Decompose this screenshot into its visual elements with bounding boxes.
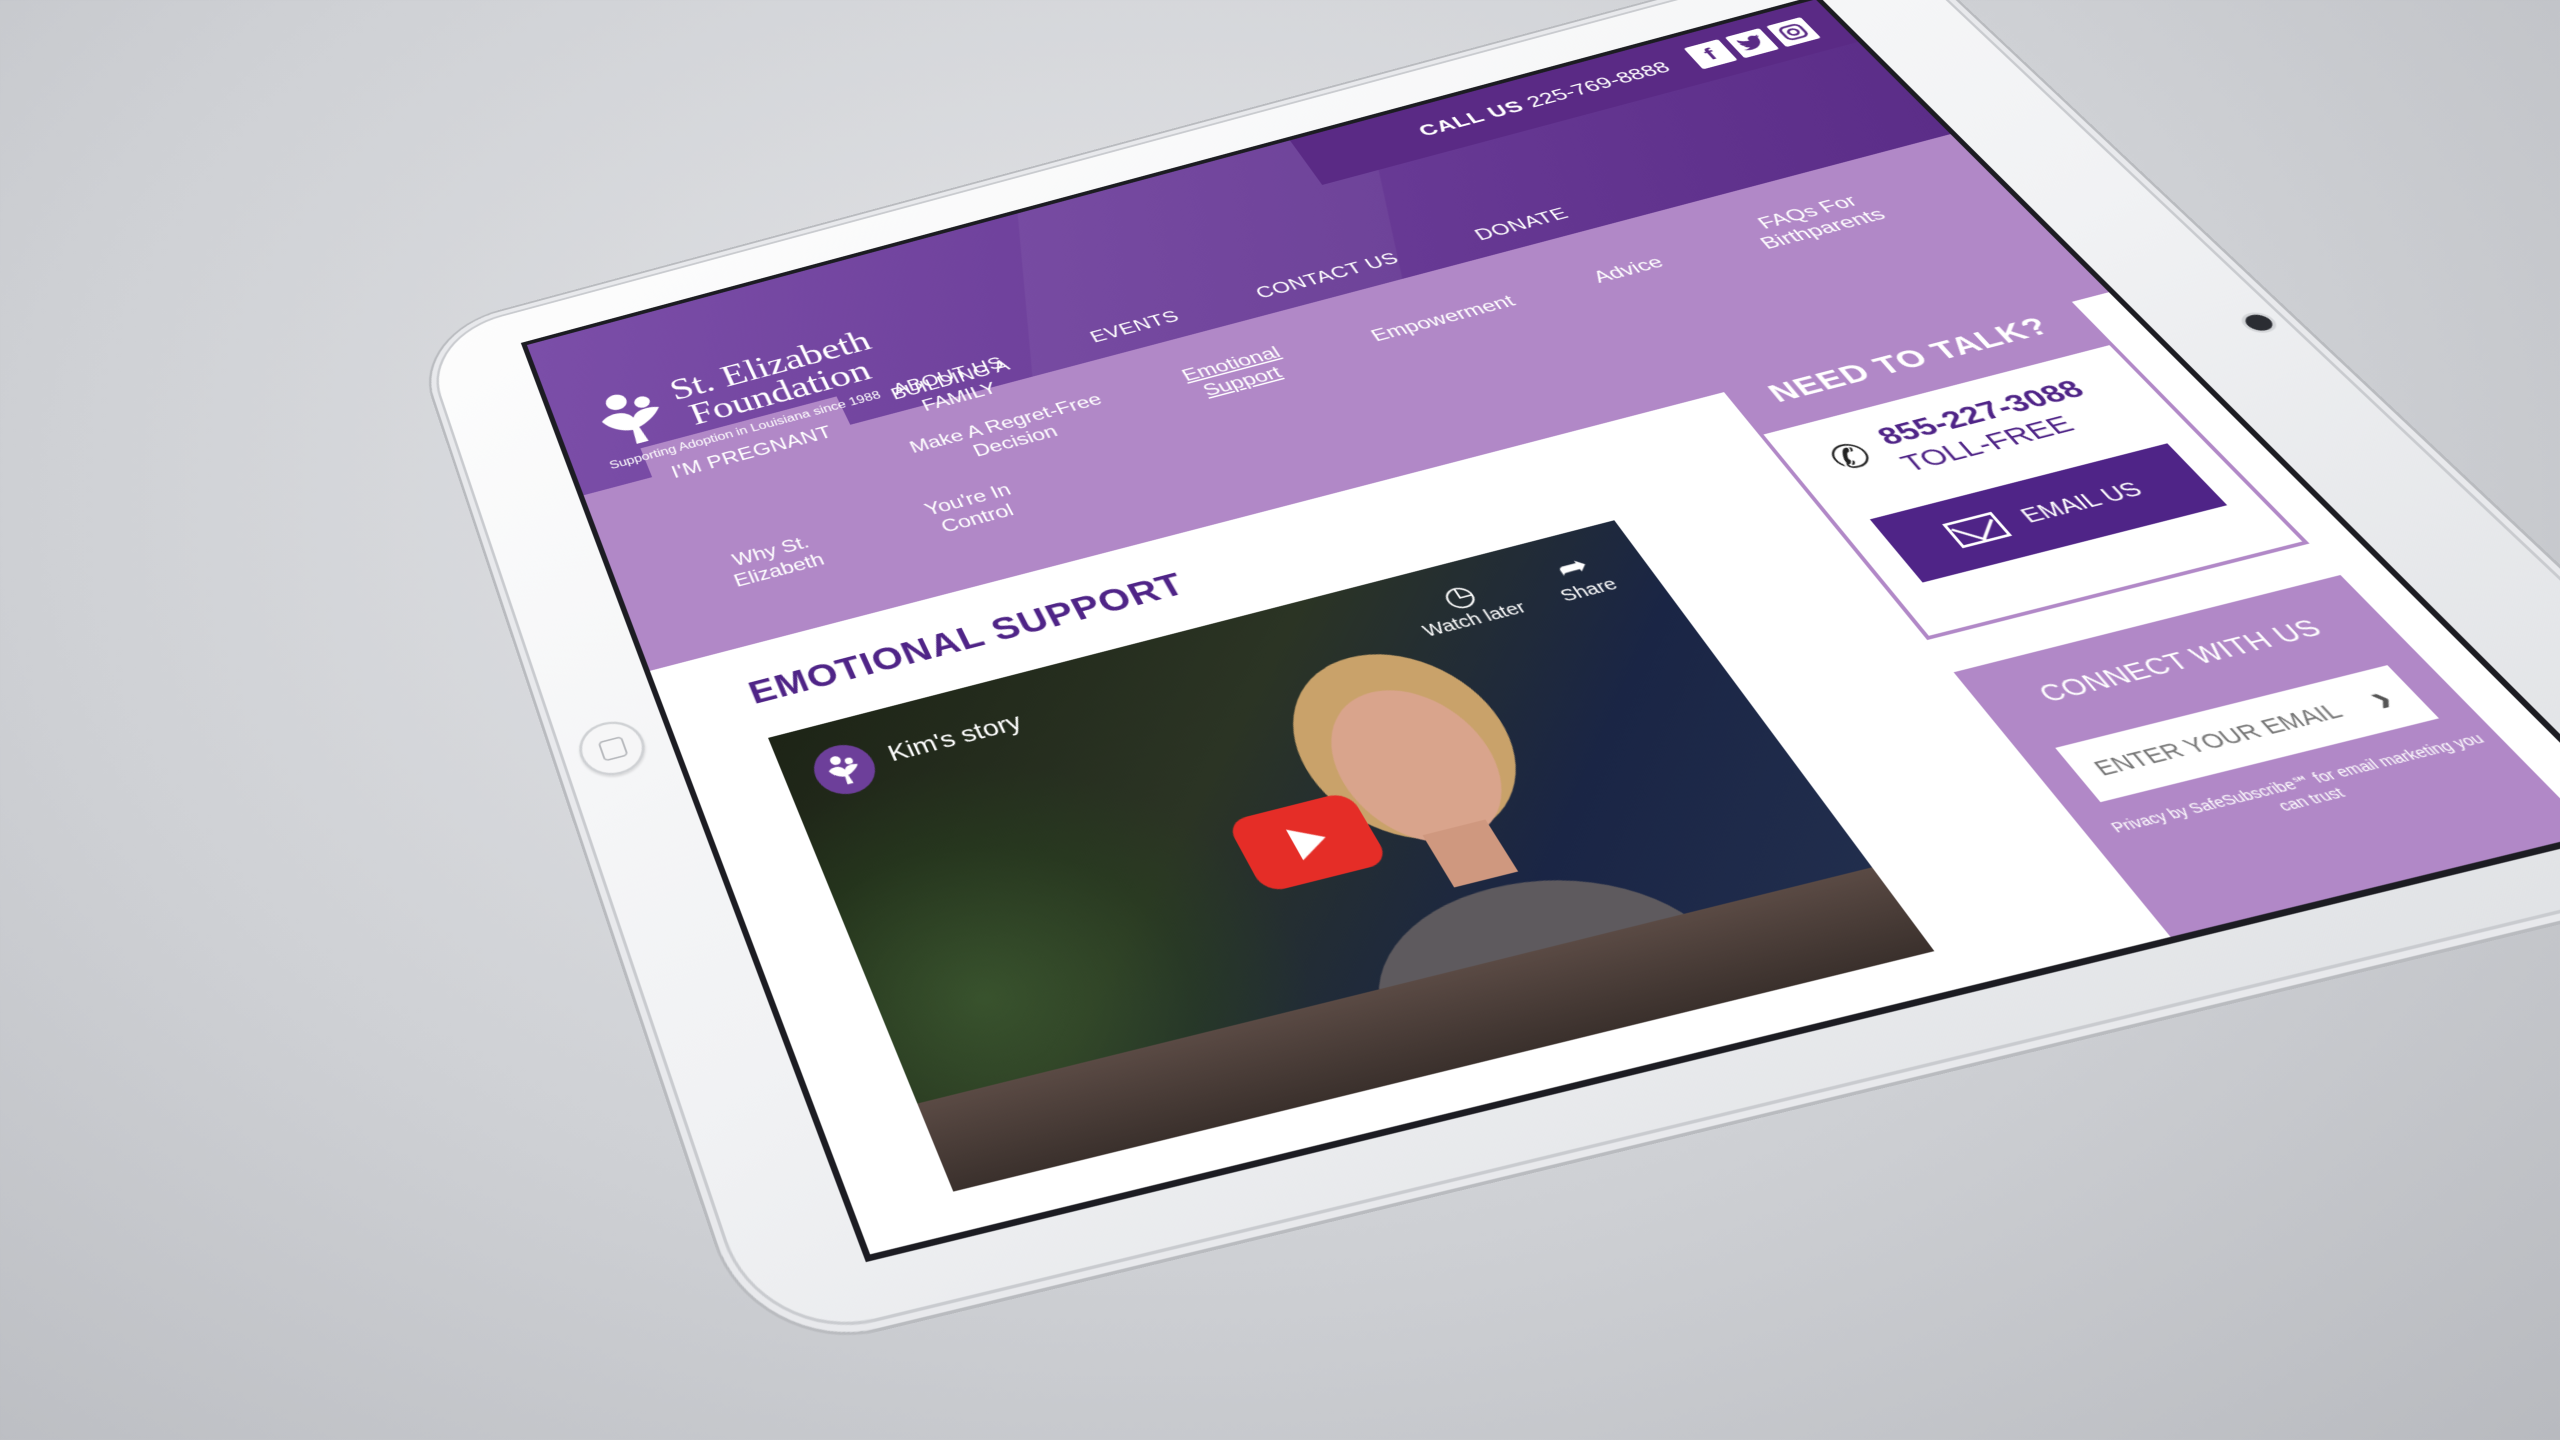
website: CALL US 225-769-8888 f St. Elizabeth Fou… (526, 0, 2560, 1255)
call-us-label: CALL US (1413, 96, 1529, 140)
watch-later-button[interactable]: ◷ Watch later (1390, 566, 1540, 643)
sublink-advice[interactable]: Advice (1547, 242, 1711, 298)
instagram-icon[interactable] (1766, 17, 1822, 48)
sublink-why-st-elizabeth[interactable]: Why St. Elizabeth (669, 517, 882, 606)
email-us-label: EMAIL US (2015, 478, 2149, 528)
tablet-device: CALL US 225-769-8888 f St. Elizabeth Fou… (413, 0, 2560, 1358)
twitter-icon[interactable] (1724, 28, 1780, 59)
share-button[interactable]: ➦ Share (1523, 542, 1636, 609)
facebook-icon[interactable]: f (1683, 39, 1738, 70)
sublink-empowerment[interactable]: Empowerment (1327, 281, 1560, 356)
scene-background: CALL US 225-769-8888 f St. Elizabeth Fou… (0, 0, 2560, 1440)
envelope-icon (1942, 511, 2013, 549)
sublink-emotional-support[interactable]: Emotional Support (1131, 331, 1345, 417)
tablet-screen: CALL US 225-769-8888 f St. Elizabeth Fou… (520, 0, 2560, 1263)
